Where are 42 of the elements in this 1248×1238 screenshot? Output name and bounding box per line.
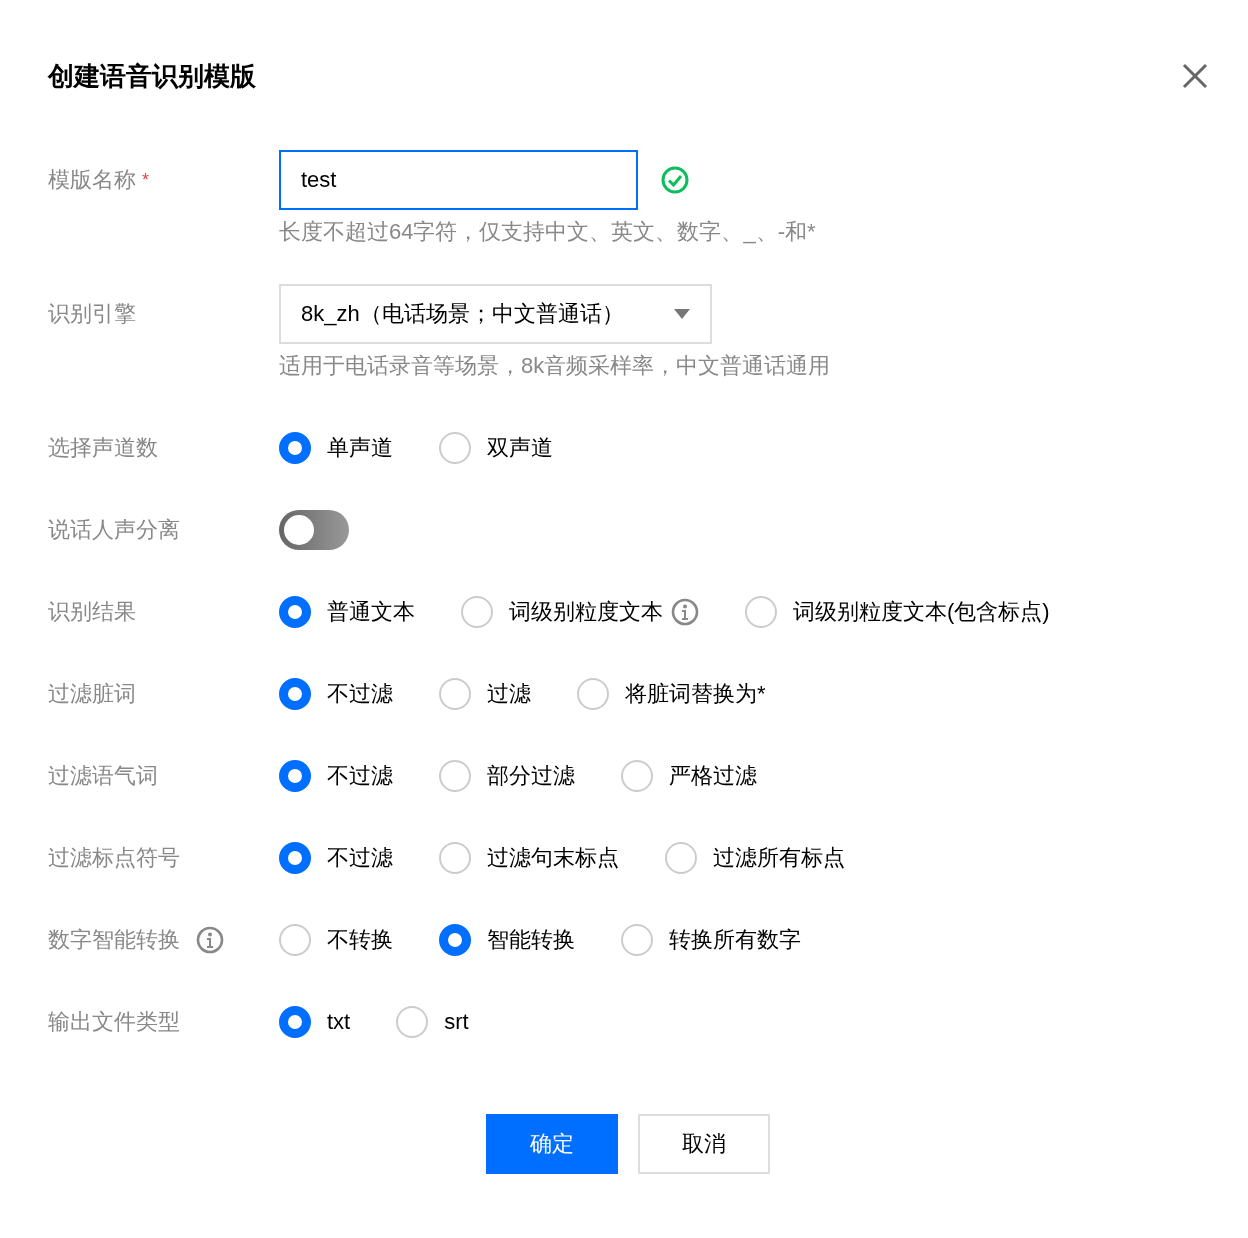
close-icon[interactable] — [1182, 63, 1208, 89]
engine-dropdown[interactable]: 8k_zh（电话场景；中文普通话） — [279, 284, 712, 344]
field-label: 过滤脏词 — [48, 680, 136, 708]
radio-option[interactable]: 普通文本 — [279, 596, 415, 628]
field-label: 输出文件类型 — [48, 1008, 180, 1036]
field-label: 识别结果 — [48, 598, 136, 626]
field-label: 过滤语气词 — [48, 762, 158, 790]
radio-option[interactable]: 智能转换 — [439, 924, 575, 956]
radio-option[interactable]: 单声道 — [279, 432, 393, 464]
radio-option[interactable]: 严格过滤 — [621, 760, 757, 792]
dialog-title: 创建语音识别模版 — [48, 59, 256, 93]
hint-text: 适用于电话录音等场景，8k音频采样率，中文普通话通用 — [279, 353, 831, 378]
radio-option[interactable]: 双声道 — [439, 432, 553, 464]
info-icon[interactable] — [671, 598, 699, 626]
radio-option[interactable]: 过滤所有标点 — [665, 842, 845, 874]
confirm-button[interactable]: 确定 — [486, 1114, 618, 1174]
radio-option[interactable]: 词级别粒度文本 — [461, 596, 663, 628]
hint-text: 长度不超过64字符，仅支持中文、英文、数字、_、-和* — [279, 219, 816, 244]
radio-option[interactable]: 词级别粒度文本(包含标点) — [745, 596, 1050, 628]
field-label: 数字智能转换 — [48, 926, 180, 954]
radio-option[interactable]: 不转换 — [279, 924, 393, 956]
radio-option[interactable]: 过滤句末标点 — [439, 842, 619, 874]
field-label: 识别引擎 — [48, 300, 136, 328]
radio-option[interactable]: 不过滤 — [279, 760, 393, 792]
caret-icon — [674, 309, 690, 319]
radio-option[interactable]: 转换所有数字 — [621, 924, 801, 956]
field-label: 选择声道数 — [48, 434, 158, 462]
radio-option[interactable]: 不过滤 — [279, 842, 393, 874]
radio-option[interactable]: 部分过滤 — [439, 760, 575, 792]
field-label: 过滤标点符号 — [48, 844, 180, 872]
toggle-switch[interactable] — [279, 510, 349, 550]
radio-option[interactable]: srt — [396, 1006, 469, 1038]
required-mark: * — [142, 169, 149, 191]
cancel-button[interactable]: 取消 — [638, 1114, 770, 1174]
name-input[interactable]: test — [279, 150, 638, 210]
radio-option[interactable]: 不过滤 — [279, 678, 393, 710]
radio-option[interactable]: txt — [279, 1006, 351, 1038]
radio-option[interactable]: 过滤 — [439, 678, 531, 710]
radio-option[interactable]: 将脏词替换为* — [577, 678, 766, 710]
field-label: 说话人声分离 — [48, 516, 180, 544]
field-label: 模版名称 — [48, 166, 136, 194]
info-icon[interactable] — [196, 926, 224, 954]
